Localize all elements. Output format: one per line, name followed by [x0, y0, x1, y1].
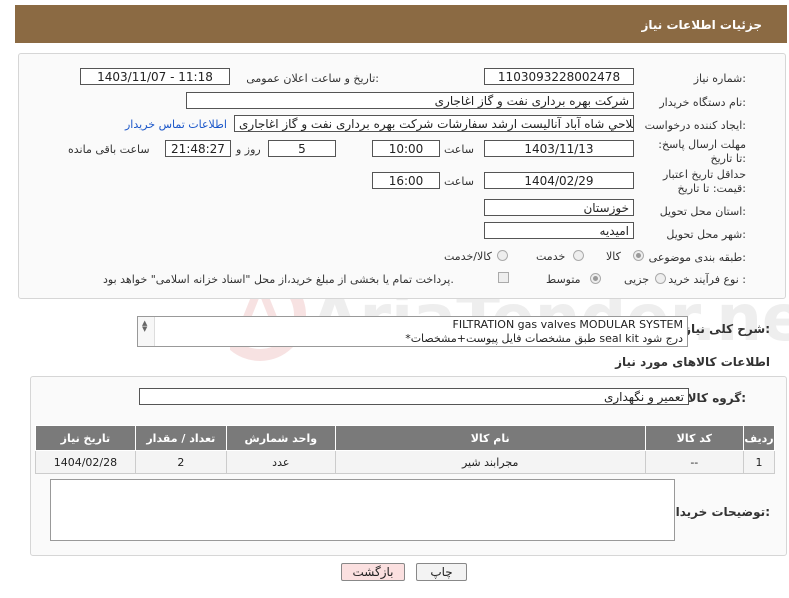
back-button[interactable]: بازگشت [341, 563, 405, 581]
col-date: تاریخ نیاز [35, 425, 136, 451]
deadline-time-word: ساعت [444, 143, 474, 156]
cell-date: 1404/02/28 [35, 450, 136, 474]
description-textarea[interactable]: ▲ ▼ FILTRATION gas valves MODULAR SYSTEM… [137, 316, 688, 347]
province-field[interactable]: خوزستان [484, 199, 634, 216]
goods-table: تاریخ نیاز تعداد / مقدار واحد شمارش نام … [35, 425, 776, 474]
announce-field[interactable]: 1403/11/07 - 11:18 [80, 68, 230, 85]
cell-code: -- [644, 450, 744, 474]
payment-note: پرداخت تمام یا بخشی از مبلغ خرید،از محل … [103, 273, 454, 286]
contact-info-link[interactable]: اطلاعات تماس خریدار [125, 118, 227, 131]
buyer-org-label: نام دستگاه خریدار: [659, 96, 746, 109]
price-validity-date-field[interactable]: 1404/02/29 [484, 172, 634, 189]
days-field[interactable]: 5 [268, 140, 336, 157]
col-unit: واحد شمارش [225, 425, 336, 451]
description-line-2: *طبق مشخصات فایل پیوست+مشخصات seal kit د… [405, 332, 683, 345]
goods-section-title: اطلاعات کالاهای مورد نیاز [615, 355, 770, 369]
category-radio-both[interactable] [497, 250, 508, 261]
col-qty: تعداد / مقدار [134, 425, 227, 451]
price-validity-time-field[interactable]: 16:00 [372, 172, 440, 189]
announce-label: تاریخ و ساعت اعلان عمومی: [246, 72, 379, 85]
province-label: استان محل تحویل: [659, 205, 746, 218]
page-title: جزئیات اطلاعات نیاز [641, 18, 762, 32]
goods-group-field[interactable]: تعمیر و نگهداری [139, 388, 689, 405]
deadline-label: مهلت ارسال پاسخ: تا تاریخ: [658, 138, 746, 165]
scroll-down-icon[interactable]: ▼ [142, 325, 147, 333]
treasury-payment-checkbox[interactable] [498, 272, 509, 283]
cell-qty: 2 [134, 450, 227, 474]
col-name: نام کالا [334, 425, 646, 451]
description-line-1: FILTRATION gas valves MODULAR SYSTEM [452, 318, 683, 331]
need-number-label: شماره نیاز: [693, 72, 746, 85]
remaining-label: ساعت باقی مانده [68, 143, 150, 156]
cell-name: مجرابند شیر [334, 450, 646, 474]
process-radio-medium[interactable] [590, 273, 601, 284]
need-number-field[interactable]: 1103093228002478 [484, 68, 634, 85]
cell-row: 1 [742, 450, 776, 474]
print-button[interactable]: چاپ [416, 563, 467, 581]
creator-field[interactable]: مهران فلاحي شاه آباد آنالیست ارشد سفارشا… [234, 115, 634, 132]
description-label: شرح کلی نیاز: [684, 322, 770, 336]
description-scrollbar[interactable]: ▲ ▼ [138, 317, 155, 346]
col-row: ردیف [742, 425, 776, 451]
buyer-org-field[interactable]: شرکت بهره برداری نفت و گاز اغاجاری [186, 92, 634, 109]
buyer-notes-textarea[interactable] [50, 479, 675, 541]
goods-group-label: گروه کالا: [687, 391, 746, 405]
remaining-time-field[interactable]: 21:48:27 [165, 140, 231, 157]
category-option-both: کالا/خدمت [444, 250, 492, 263]
city-field[interactable]: امیدیه [484, 222, 634, 239]
category-option-goods: کالا [606, 250, 621, 263]
process-option-minor: جزیی [624, 273, 650, 286]
category-radio-service[interactable] [573, 250, 584, 261]
process-option-medium: متوسط [546, 273, 581, 286]
days-word: روز و [236, 143, 261, 156]
process-label: نوع فرآیند خرید : [668, 273, 746, 286]
deadline-date-field[interactable]: 1403/11/13 [484, 140, 634, 157]
deadline-time-field[interactable]: 10:00 [372, 140, 440, 157]
table-row[interactable]: 1404/02/28 2 عدد مجرابند شیر -- 1 [35, 450, 776, 474]
page-header: جزئیات اطلاعات نیاز [15, 5, 787, 43]
city-label: شهر محل تحویل: [666, 228, 746, 241]
category-label: طبقه بندی موضوعی: [648, 251, 746, 264]
col-code: کد کالا [644, 425, 744, 451]
category-option-service: خدمت [536, 250, 566, 263]
goods-table-header: تاریخ نیاز تعداد / مقدار واحد شمارش نام … [35, 425, 776, 451]
price-validity-time-word: ساعت [444, 175, 474, 188]
category-radio-goods[interactable] [633, 250, 644, 261]
price-validity-label: حداقل تاریخ اعتبار قیمت: تا تاریخ: [662, 168, 746, 195]
cell-unit: عدد [225, 450, 336, 474]
process-radio-minor[interactable] [655, 273, 666, 284]
buyer-notes-label: توضیحات خریدار: [668, 505, 770, 519]
creator-label: ایجاد کننده درخواست: [644, 119, 746, 132]
